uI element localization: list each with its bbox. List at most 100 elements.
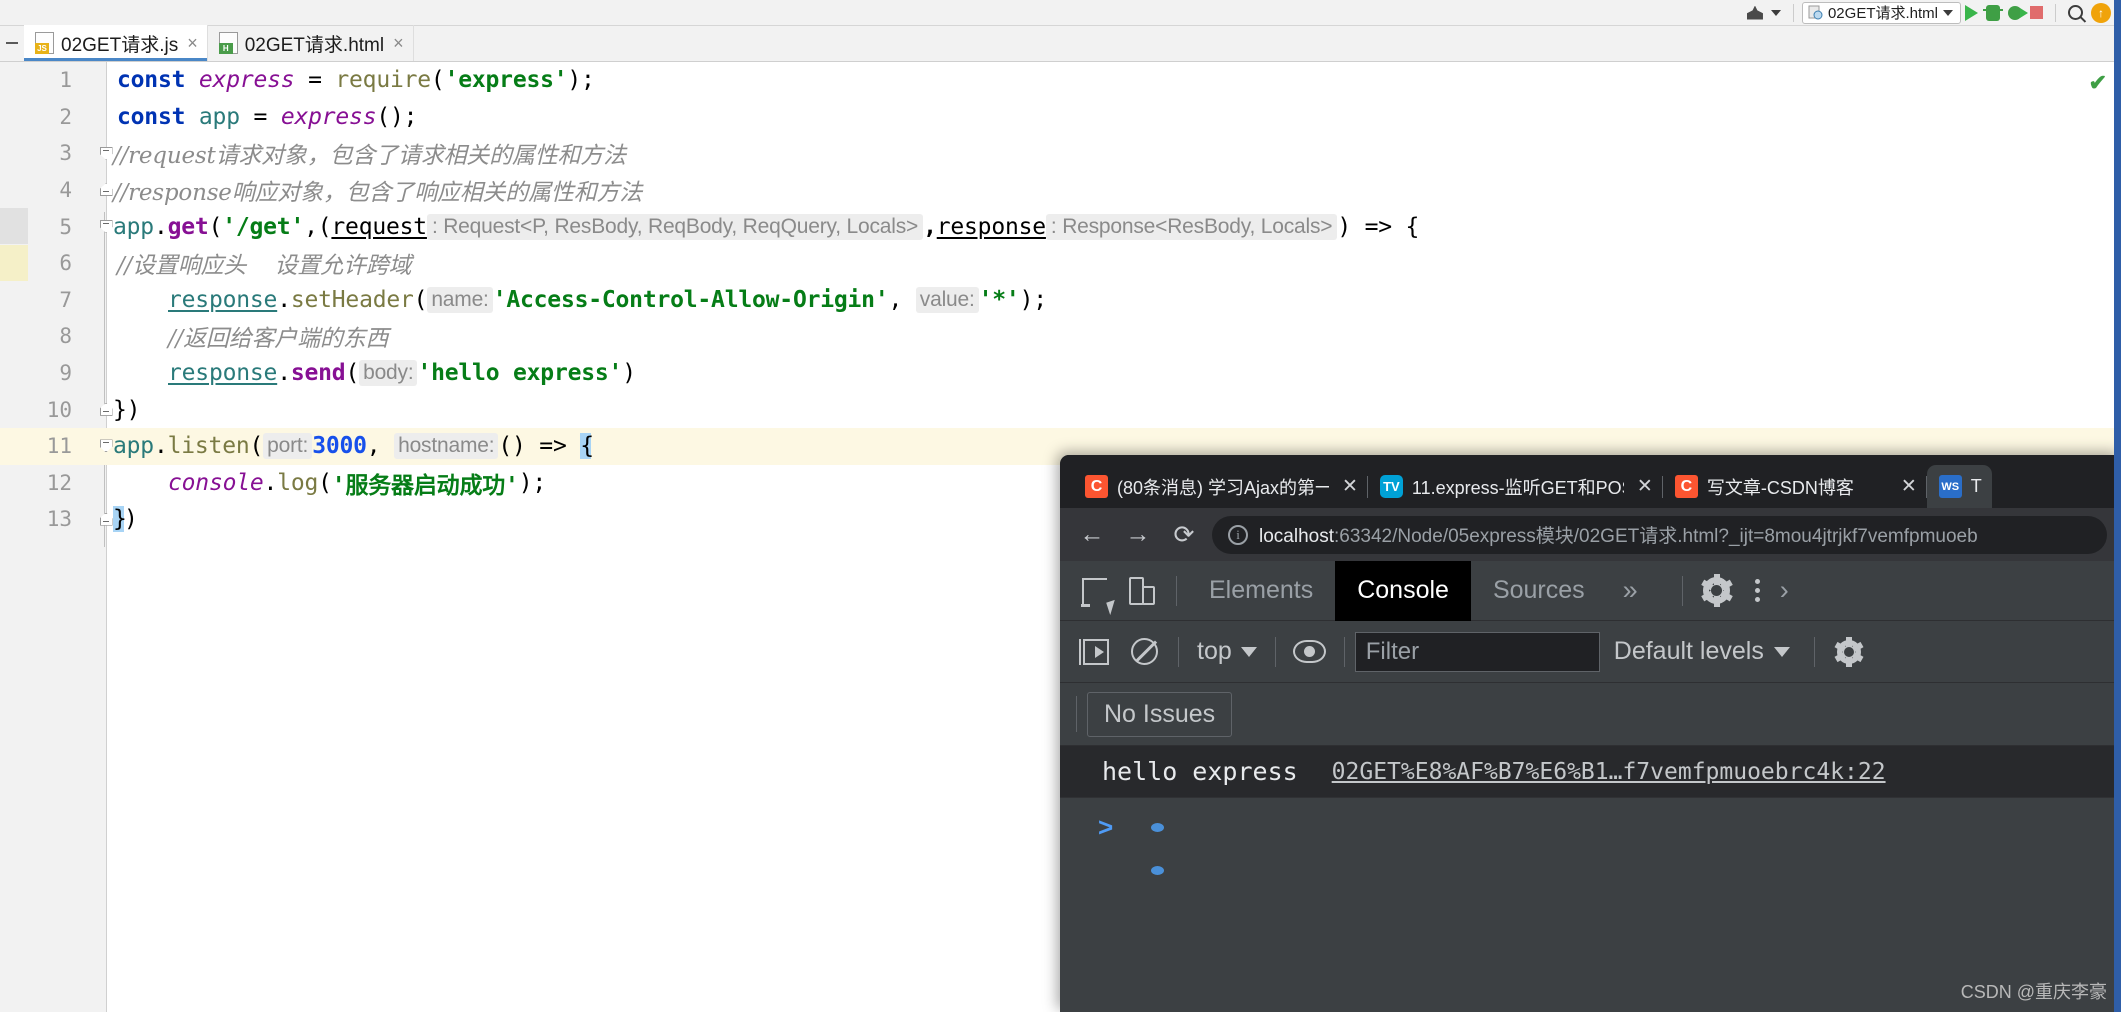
code-line: 6 //设置响应头 设置允许跨域 [0,245,2121,282]
browser-tab-4[interactable]: WS T [1926,465,1992,508]
clear-console-icon[interactable] [1120,628,1168,676]
console-filter-bar: top Default levels [1060,621,2121,683]
run-coverage-button[interactable] [2004,0,2028,26]
browser-tab-strip: C (80条消息) 学习Ajax的第一天 ✕ TV 11.express-监听G… [1060,455,2121,508]
account-avatar[interactable]: ↑ [2087,0,2115,26]
code-line: 1 const express = require('express'); [0,62,2121,99]
log-levels-selector[interactable]: Default levels [1600,637,1804,666]
dot-marker [1151,866,1165,875]
toolbar-divider [1274,636,1276,667]
code-line: 2 const app = express (); [0,99,2121,136]
devtools-panel: Elements Console Sources » › top Filter … [1060,560,2121,1012]
search-icon[interactable] [2064,0,2087,26]
dot-marker [1151,823,1165,832]
gear-icon[interactable] [1693,567,1741,615]
code-text: app. listen(port: 3000, hostname:() => { [113,433,594,460]
toolbar-divider [1178,636,1179,667]
close-icon[interactable]: ✕ [1342,475,1358,498]
person-icon[interactable] [1743,0,1767,26]
browser-tab-1[interactable]: C (80条消息) 学习Ajax的第一天 ✕ [1073,465,1368,508]
execution-context-selector[interactable]: top [1189,637,1265,666]
chrome-browser-window: C (80条消息) 学习Ajax的第一天 ✕ TV 11.express-监听G… [1060,455,2121,1012]
line-number: 4 [59,178,72,203]
more-tabs-icon[interactable]: » [1607,575,1654,606]
chevron-down-icon[interactable] [1943,9,1953,16]
console-log-entry[interactable]: hello express 02GET%E8%AF%B7%E6%B1…f7vem… [1060,746,2121,798]
toolbar-divider [1681,575,1683,606]
close-icon[interactable]: × [185,34,198,52]
device-toolbar-icon[interactable] [1118,567,1166,615]
console-prompt-row[interactable]: > [1060,798,2121,875]
live-expression-icon[interactable] [1286,628,1334,676]
debug-button[interactable] [1982,0,2004,26]
code-comment: //response响应对象，包含了响应相关的属性和方法 [113,180,643,207]
address-bar[interactable]: i localhost:63342/Node/05express模块/02GET… [1212,515,2107,554]
tab-sources[interactable]: Sources [1471,561,1607,621]
more-options-icon[interactable] [1741,579,1774,602]
code-line: 7 response. setHeader(name: 'Access-Contro… [0,282,2121,319]
csdn-icon: C [1085,475,1108,498]
line-number: 9 [59,361,72,386]
browser-tab-2[interactable]: TV 11.express-监听GET和POST ✕ [1368,465,1663,508]
no-issues-button[interactable]: No Issues [1087,691,1233,737]
toolbar-divider [1343,636,1345,667]
code-comment: //request请求对象，包含了请求相关的属性和方法 [113,143,626,170]
info-icon[interactable]: i [1228,524,1248,545]
code-text: }) [113,506,138,533]
tab-console[interactable]: Console [1335,560,1471,621]
close-icon[interactable]: ✕ [1901,475,1917,498]
browser-tab-title: 写文章-CSDN博客 [1706,477,1854,498]
inspect-element-icon[interactable] [1070,567,1118,615]
code-text: const express = require('express'); [117,67,595,94]
console-settings-icon[interactable] [1825,628,1873,676]
line-number: 13 [46,507,72,532]
close-icon[interactable]: ✕ [1637,475,1653,498]
chevron-down-icon [1773,646,1790,657]
sidebar-toggle-icon[interactable] [1072,628,1120,676]
console-autocomplete-dots [1151,812,1165,875]
code-line: 5 app. get('/get' ,(request: Request<P, Re… [0,208,2121,245]
editor-tab-html[interactable]: H 02GET请求.html × [208,25,414,61]
html-file-icon [1808,5,1823,20]
chevron-down-icon[interactable] [1767,0,1785,26]
line-number: 2 [59,104,72,129]
window-edge-accent [2114,0,2121,26]
line-number: 7 [59,287,72,312]
browser-tab-title: (80条消息) 学习Ajax的第一天 [1117,477,1329,498]
browser-tab-title: T [1970,476,1982,496]
line-number: 5 [59,214,72,239]
run-configuration-selector[interactable]: 02GET请求.html [1801,1,1961,24]
stop-button[interactable] [2026,0,2047,26]
divider [1076,696,1077,732]
editor-tab-js[interactable]: JS 02GET请求.js × [24,25,208,61]
toolbar-divider [2055,3,2056,22]
reload-button[interactable]: ⟳ [1166,517,1202,553]
code-line: 8 //返回给客户端的东西 [0,318,2121,355]
code-text: response. setHeader(name: 'Access-Control-… [168,286,1047,313]
close-devtools-icon[interactable]: › [1774,575,1795,606]
address-bar-url: localhost:63342/Node/05express模块/02GET请求… [1259,521,1978,548]
issues-bar: No Issues [1060,683,2121,746]
tab-elements[interactable]: Elements [1187,561,1335,621]
console-source-link[interactable]: 02GET%E8%AF%B7%E6%B1…f7vemfpmuoebrc4k:22 [1332,759,1886,785]
editor-tab-label: 02GET请求.html [244,34,385,56]
forward-button[interactable]: → [1120,517,1156,553]
ide-toolbar: 02GET请求.html ↑ [0,0,2121,26]
browser-tab-3[interactable]: C 写文章-CSDN博客 ✕ [1663,465,1927,508]
line-number: 8 [59,324,72,349]
toolbar-divider [1792,3,1794,22]
chevron-down-icon [1240,646,1257,657]
code-line: 10 }) [0,391,2121,428]
devtools-toolbar: Elements Console Sources » › [1060,560,2121,621]
code-line: 9 response. send(body:'hello express') [0,355,2121,392]
log-levels-label: Default levels [1613,637,1764,665]
console-message: hello express [1102,757,1298,786]
tab-list-toggle[interactable] [0,25,24,61]
js-badge-label: JS [35,43,49,54]
run-button[interactable] [1961,0,1982,26]
close-icon[interactable]: × [391,34,404,52]
text-caret: { [580,433,594,460]
back-button[interactable]: ← [1074,517,1110,553]
js-file-icon: JS [35,32,54,54]
filter-input[interactable] [1354,631,1600,672]
